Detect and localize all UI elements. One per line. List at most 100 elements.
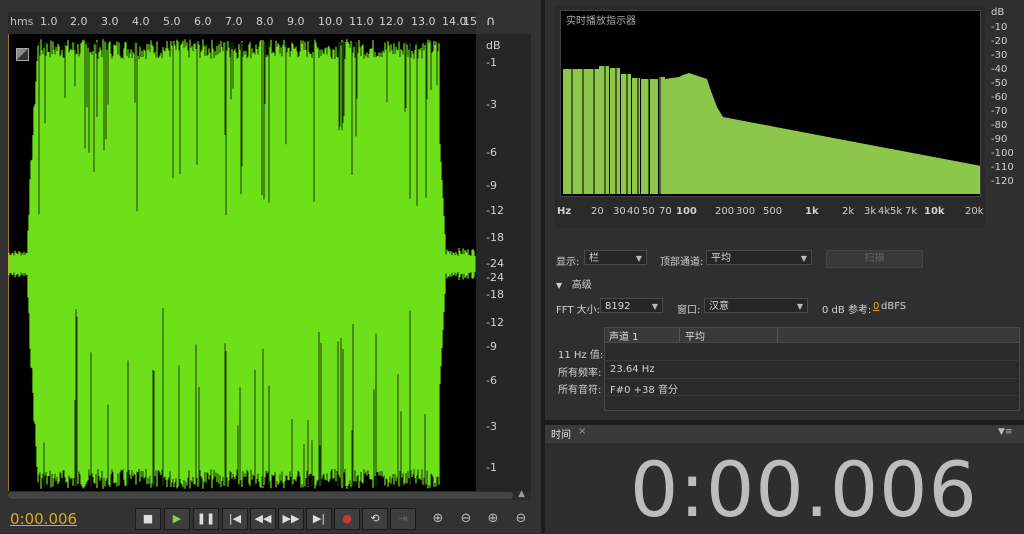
ruler-tick-label: 9.0 <box>287 15 305 28</box>
pause-button[interactable]: ❚❚ <box>193 508 219 530</box>
spectrum-bar <box>610 68 620 194</box>
db-scale-label: -6 <box>486 146 497 159</box>
channel-select[interactable]: 平均 ▼ <box>706 250 812 265</box>
frequency-label: 100 <box>676 206 697 217</box>
ref-value[interactable]: 0 <box>873 301 879 312</box>
frequency-label: 500 <box>763 206 783 217</box>
scroll-up-icon[interactable]: ▲ <box>518 489 525 499</box>
ruler-tick-label: 5.0 <box>163 15 181 28</box>
spectrum-bar <box>632 78 640 194</box>
time-ruler[interactable]: hms 1.0 2.0 3.0 4.0 5.0 6.0 7.0 8.0 9.0 10.0 11.0 1… <box>8 12 477 34</box>
display-label: 显示: <box>556 257 580 268</box>
fast-forward-icon: ▶▶ <box>282 512 300 525</box>
frequency-label: 300 <box>736 206 756 217</box>
ruler-tick-label: 1.0 <box>40 15 58 28</box>
close-icon[interactable]: × <box>578 426 586 437</box>
move-to-end-icon: ▶| <box>312 512 326 525</box>
frequency-label: 70 <box>659 206 672 217</box>
spectrum-title: 实时播放指示器 <box>566 16 636 27</box>
table-row-divider <box>604 395 1018 396</box>
skip-selection-button[interactable]: ⇥ <box>390 508 416 530</box>
chevron-down-icon: ▼ <box>651 302 658 311</box>
window-select[interactable]: 汉意 ▼ <box>704 298 808 313</box>
play-button[interactable]: ▶ <box>164 508 190 530</box>
stop-icon: ■ <box>142 512 154 525</box>
fft-size-select[interactable]: 8192 ▼ <box>600 298 663 313</box>
record-icon: ● <box>342 512 352 525</box>
waveform-display[interactable]: ▼ <box>8 34 476 494</box>
column-divider <box>679 328 680 342</box>
display-value: 栏 <box>589 253 599 264</box>
spectrum-bar <box>599 66 609 194</box>
panel-menu-icon[interactable]: ▼≡ <box>998 427 1012 437</box>
spectrum-db-label: -10 <box>991 22 1008 33</box>
ref-label: 0 dB 参考: <box>822 305 872 316</box>
table-row-label: 所有音符: <box>558 385 602 396</box>
horizontal-scrollbar[interactable]: ▲ <box>8 489 531 500</box>
table-row-value: 23.64 Hz <box>610 364 655 375</box>
move-to-end-button[interactable]: ▶| <box>306 508 332 530</box>
table-col-channel[interactable]: 声道 1 <box>609 328 639 343</box>
frequency-label: 3k <box>864 206 877 217</box>
table-row-value: F#0 +38 音分 <box>610 385 678 396</box>
move-to-start-icon: |◀ <box>228 512 242 525</box>
chevron-down-icon: ▼ <box>796 302 803 311</box>
spectrum-db-label: -50 <box>991 78 1008 89</box>
rewind-button[interactable]: ◀◀ <box>250 508 276 530</box>
db-scale-label: -9 <box>486 179 497 192</box>
loop-button[interactable]: ⟲ <box>362 508 388 530</box>
stop-button[interactable]: ■ <box>135 508 161 530</box>
amplitude-scale[interactable]: dB -1 -3 -6 -9 -12 -18 -24 -24 -18 -12 -9 -6 -3 -1 <box>476 34 531 494</box>
db-scale-label: -3 <box>486 98 497 111</box>
scrollbar-thumb[interactable] <box>8 492 513 499</box>
table-row-label: 所有频率: <box>558 368 602 379</box>
fft-value: 8192 <box>605 301 631 312</box>
zoom-in-amplitude-icon: ⊕ <box>432 511 444 526</box>
spectrum-bar <box>650 79 658 194</box>
chevron-down-icon: ▼ <box>800 254 807 263</box>
zoom-out-amplitude-button[interactable]: ⊖ <box>456 510 476 528</box>
ruler-tick-label: 12.0 <box>379 15 404 28</box>
skip-selection-icon: ⇥ <box>398 512 408 525</box>
table-header: 声道 1 平均 <box>604 327 1020 343</box>
zoom-out-time-button[interactable]: ⊖ <box>511 510 531 528</box>
chevron-down-icon: ▼ <box>635 254 642 263</box>
frequency-label: 5k <box>890 206 903 217</box>
window-label: 窗口: <box>677 305 701 316</box>
scan-button[interactable]: 扫描 <box>826 250 923 268</box>
ref-unit: dBFS <box>881 301 907 312</box>
spectrum-db-label: -90 <box>991 134 1008 145</box>
display-select[interactable]: 栏 ▼ <box>584 250 647 265</box>
waveform-svg <box>8 39 476 489</box>
big-time-display: 0:00.006 <box>630 445 978 534</box>
spectrum-db-label: -70 <box>991 106 1008 117</box>
current-time-display[interactable]: 0:00.006 <box>10 510 77 528</box>
spectrum-db-label: -60 <box>991 92 1008 103</box>
ruler-unit: hms <box>10 15 34 28</box>
fast-forward-button[interactable]: ▶▶ <box>278 508 304 530</box>
zoom-in-amplitude-button[interactable]: ⊕ <box>428 510 448 528</box>
frequency-label: 20 <box>591 206 604 217</box>
move-to-start-button[interactable]: |◀ <box>222 508 248 530</box>
headphones-icon[interactable]: ∩ <box>486 14 500 30</box>
spectrum-bar <box>641 79 649 194</box>
spectrum-db-label: -110 <box>991 162 1014 173</box>
record-button[interactable]: ● <box>334 508 360 530</box>
ruler-tick-label: 15 <box>463 15 477 28</box>
zoom-out-amplitude-icon: ⊖ <box>460 511 472 526</box>
tab-time[interactable]: 时间 <box>551 426 571 441</box>
rewind-icon: ◀◀ <box>254 512 272 525</box>
ruler-tick-label: 6.0 <box>194 15 212 28</box>
table-row-divider <box>604 378 1018 379</box>
channel-label: 顶部通道: <box>660 257 704 268</box>
frequency-label: 4k <box>878 206 891 217</box>
spectrum-plot <box>560 10 981 197</box>
spectrum-bar <box>563 69 585 194</box>
frequency-axis: Hz 20 30 40 50 70 100 200 300 500 1k 2k 3k 4k 5k 7k 10k 2… <box>555 204 985 220</box>
advanced-toggle[interactable]: ▼ 高级 <box>556 276 592 291</box>
hud-toggle-icon[interactable] <box>16 48 29 61</box>
table-row-label: 11 Hz 值: <box>558 350 604 361</box>
zoom-in-time-button[interactable]: ⊕ <box>483 510 503 528</box>
table-col-average[interactable]: 平均 <box>685 328 705 343</box>
db-scale-label: -3 <box>486 420 497 433</box>
